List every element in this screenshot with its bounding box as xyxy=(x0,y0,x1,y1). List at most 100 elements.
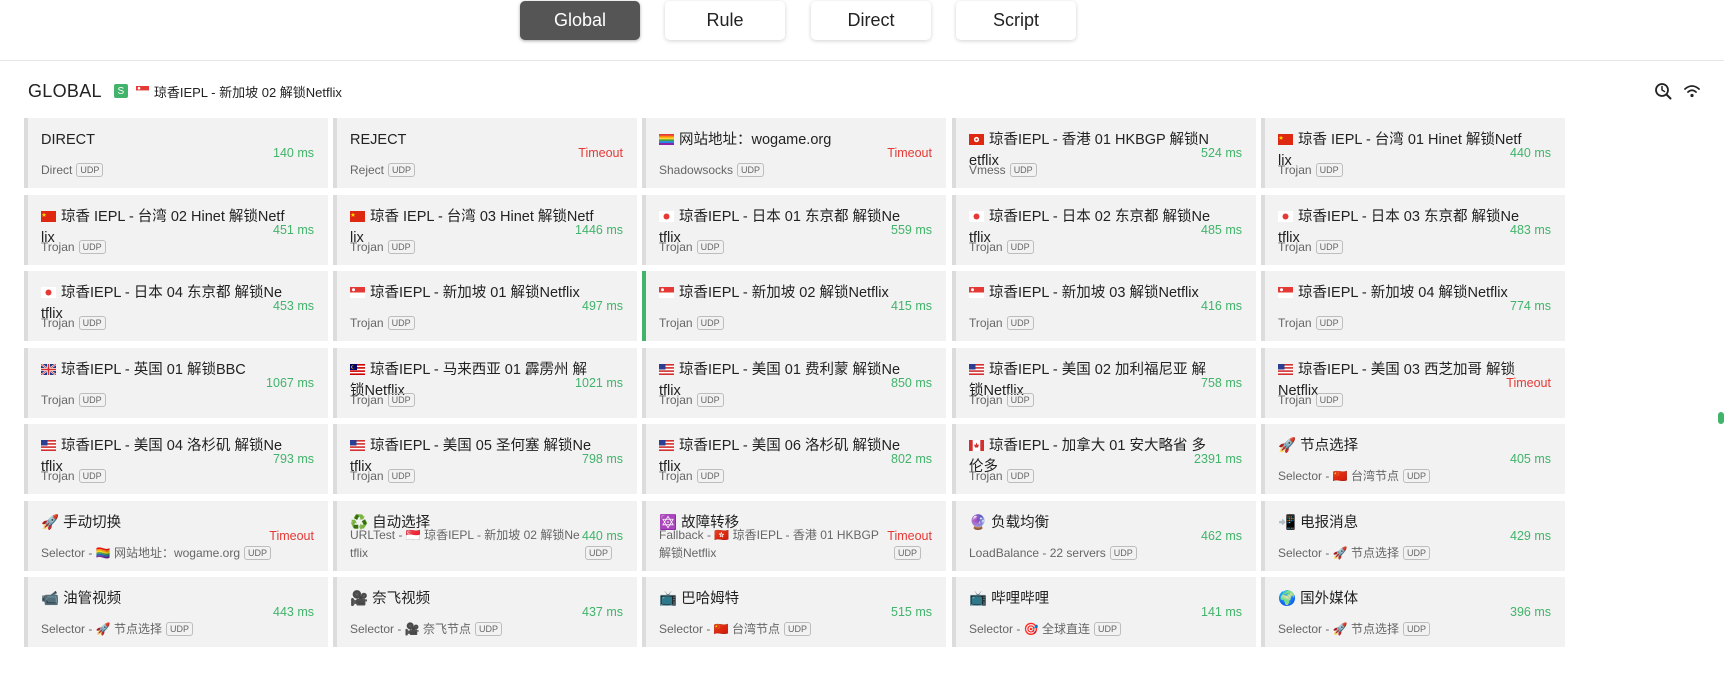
proxy-card[interactable]: 琼香IEPL - 日本 04 东京都 解锁Netflix Trojan UDP 453… xyxy=(24,271,328,341)
proxy-delay[interactable]: 451 ms xyxy=(254,195,314,265)
proxy-delay[interactable]: Timeout xyxy=(872,501,932,571)
proxy-card[interactable]: 琼香IEPL - 英国 01 解锁BBC Trojan UDP 1067 ms xyxy=(24,348,328,418)
proxy-card[interactable]: 琼香 IEPL - 台湾 01 Hinet 解锁Netflix Trojan UDP… xyxy=(1261,118,1565,188)
proxy-delay[interactable]: 483 ms xyxy=(1491,195,1551,265)
proxy-card[interactable]: 琼香IEPL - 新加坡 01 解锁Netflix Trojan UDP 497 ms xyxy=(333,271,637,341)
udp-badge: UDP xyxy=(696,316,724,330)
scroll-indicator[interactable] xyxy=(1718,412,1724,424)
proxy-delay[interactable]: Timeout xyxy=(872,118,932,188)
udp-badge: UDP xyxy=(474,622,502,636)
proxy-card[interactable]: 琼香IEPL - 新加坡 04 解锁Netflix Trojan UDP 774 ms xyxy=(1261,271,1565,341)
proxy-card[interactable]: 琼香 IEPL - 台湾 02 Hinet 解锁Netflix Trojan UDP… xyxy=(24,195,328,265)
proxy-delay[interactable]: 1067 ms xyxy=(254,348,314,418)
proxy-card[interactable]: 琼香IEPL - 新加坡 03 解锁Netflix Trojan UDP 416 ms xyxy=(952,271,1256,341)
proxy-card[interactable]: 网站地址：wogame.org Shadowsocks UDP Timeout xyxy=(642,118,946,188)
proxy-card[interactable]: 琼香IEPL - 美国 06 洛杉矶 解锁Netflix Trojan UDP 802… xyxy=(642,424,946,494)
udp-badge: UDP xyxy=(1006,469,1034,483)
proxy-delay[interactable]: 559 ms xyxy=(872,195,932,265)
proxy-card[interactable]: REJECT Reject UDP Timeout xyxy=(333,118,637,188)
proxy-name-text: 琼香IEPL - 新加坡 04 解锁Netflix xyxy=(1298,285,1508,301)
proxy-delay[interactable]: 453 ms xyxy=(254,271,314,341)
proxy-delay[interactable]: 758 ms xyxy=(1182,348,1242,418)
proxy-card[interactable]: 📲 电报消息 Selector - 🚀 节点选择 UDP 429 ms xyxy=(1261,501,1565,571)
proxy-card[interactable]: 琼香IEPL - 美国 05 圣何塞 解锁Netflix Trojan UDP 798… xyxy=(333,424,637,494)
proxy-delay[interactable]: 793 ms xyxy=(254,424,314,494)
proxy-card[interactable]: 📹 油管视频 Selector - 🚀 节点选择 UDP 443 ms xyxy=(24,577,328,647)
proxy-card[interactable]: 🔮 负载均衡 LoadBalance - 22 servers UDP 462 ms xyxy=(952,501,1256,571)
udp-badge: UDP xyxy=(1315,240,1343,254)
proxy-delay[interactable]: 443 ms xyxy=(254,577,314,647)
udp-badge: UDP xyxy=(1402,469,1430,483)
proxy-card[interactable]: 🚀 节点选择 Selector - 🇨🇳 台湾节点 UDP 405 ms xyxy=(1261,424,1565,494)
network-icon[interactable] xyxy=(1683,82,1701,100)
proxy-delay[interactable]: 1021 ms xyxy=(563,348,623,418)
proxy-name: 琼香IEPL - 新加坡 01 解锁Netflix xyxy=(350,283,595,304)
proxy-name-text: 🚀 节点选择 xyxy=(1278,438,1359,454)
proxy-card[interactable]: 琼香IEPL - 美国 02 加利福尼亚 解锁Netflix Trojan UDP 7… xyxy=(952,348,1256,418)
proxy-card[interactable]: 琼香IEPL - 加拿大 01 安大略省 多伦多 Trojan UDP 2391 ms xyxy=(952,424,1256,494)
us-flag-icon xyxy=(659,363,674,375)
proxy-name-text: 📺 巴哈姆特 xyxy=(659,591,740,607)
proxy-delay[interactable]: 774 ms xyxy=(1491,271,1551,341)
proxy-delay[interactable]: 437 ms xyxy=(563,577,623,647)
proxy-delay[interactable]: 850 ms xyxy=(872,348,932,418)
proxy-delay[interactable]: 497 ms xyxy=(563,271,623,341)
proxy-delay[interactable]: 1446 ms xyxy=(563,195,623,265)
proxy-delay[interactable]: 440 ms xyxy=(563,501,623,571)
proxy-name: 🚀 节点选择 xyxy=(1278,436,1523,457)
proxy-delay[interactable]: 429 ms xyxy=(1491,501,1551,571)
proxy-delay[interactable]: 415 ms xyxy=(872,271,932,341)
mode-script-button[interactable]: Script xyxy=(956,1,1076,40)
proxy-type-text: Trojan xyxy=(1278,393,1312,407)
jp-flag-icon xyxy=(1278,210,1293,222)
proxy-card[interactable]: 琼香IEPL - 美国 03 西芝加哥 解锁Netflix Trojan UDP Ti… xyxy=(1261,348,1565,418)
proxy-delay[interactable]: 802 ms xyxy=(872,424,932,494)
udp-badge: UDP xyxy=(1093,622,1121,636)
proxy-type-text: Trojan xyxy=(969,469,1003,483)
mode-global-button[interactable]: Global xyxy=(520,1,640,40)
proxy-card[interactable]: 琼香IEPL - 马来西亚 01 霹雳州 解锁Netflix Trojan UDP 1… xyxy=(333,348,637,418)
proxy-delay[interactable]: 524 ms xyxy=(1182,118,1242,188)
proxy-name: 🚀 手动切换 xyxy=(41,513,286,534)
ca-flag-icon xyxy=(969,439,984,451)
proxy-name-text: 🌍 国外媒体 xyxy=(1278,591,1359,607)
group-current-proxy: 琼香IEPL - 新加坡 02 解锁Netflix xyxy=(135,82,342,101)
proxy-card[interactable]: 琼香IEPL - 日本 02 东京都 解锁Netflix Trojan UDP 485… xyxy=(952,195,1256,265)
proxy-card[interactable]: 🎥 奈飞视频 Selector - 🎥 奈飞节点 UDP 437 ms xyxy=(333,577,637,647)
proxy-card[interactable]: 琼香IEPL - 香港 01 HKBGP 解锁Netflix Vmess UDP 52… xyxy=(952,118,1256,188)
proxy-card[interactable]: 🚀 手动切换 Selector - 🏳️‍🌈 网站地址：wogame.org UDP… xyxy=(24,501,328,571)
proxy-delay[interactable]: Timeout xyxy=(563,118,623,188)
udp-badge: UDP xyxy=(1006,316,1034,330)
proxy-delay[interactable]: 2391 ms xyxy=(1182,424,1242,494)
group-header[interactable]: GLOBAL S 琼香IEPL - 新加坡 02 解锁Netflix xyxy=(28,78,342,104)
proxy-delay[interactable]: Timeout xyxy=(254,501,314,571)
proxy-card[interactable]: 琼香IEPL - 新加坡 02 解锁Netflix Trojan UDP 415 ms xyxy=(642,271,946,341)
mode-direct-button[interactable]: Direct xyxy=(811,1,931,40)
proxy-delay[interactable]: 485 ms xyxy=(1182,195,1242,265)
proxy-name: 📺 哔哩哔哩 xyxy=(969,589,1214,610)
proxy-card[interactable]: 琼香IEPL - 日本 03 东京都 解锁Netflix Trojan UDP 483… xyxy=(1261,195,1565,265)
proxy-delay[interactable]: 405 ms xyxy=(1491,424,1551,494)
proxy-delay[interactable]: 141 ms xyxy=(1182,577,1242,647)
proxy-card[interactable]: 琼香IEPL - 美国 04 洛杉矶 解锁Netflix Trojan UDP 793… xyxy=(24,424,328,494)
proxy-card[interactable]: 📺 巴哈姆特 Selector - 🇨🇳 台湾节点 UDP 515 ms xyxy=(642,577,946,647)
proxy-card[interactable]: 🔯 故障转移 Fallback - 🇭🇰 琼香IEPL - 香港 01 HKBGP… xyxy=(642,501,946,571)
proxy-card[interactable]: 琼香IEPL - 美国 01 费利蒙 解锁Netflix Trojan UDP 850… xyxy=(642,348,946,418)
proxy-card[interactable]: 🌍 国外媒体 Selector - 🚀 节点选择 UDP 396 ms xyxy=(1261,577,1565,647)
proxy-card[interactable]: DIRECT Direct UDP 140 ms xyxy=(24,118,328,188)
proxy-delay[interactable]: 440 ms xyxy=(1491,118,1551,188)
proxy-card[interactable]: 📺 哔哩哔哩 Selector - 🎯 全球直连 UDP 141 ms xyxy=(952,577,1256,647)
mode-rule-button[interactable]: Rule xyxy=(665,1,785,40)
proxy-delay[interactable]: 798 ms xyxy=(563,424,623,494)
proxy-card[interactable]: 琼香IEPL - 日本 01 东京都 解锁Netflix Trojan UDP 559… xyxy=(642,195,946,265)
proxy-delay[interactable]: 140 ms xyxy=(254,118,314,188)
proxy-card[interactable]: 琼香 IEPL - 台湾 03 Hinet 解锁Netflix Trojan UDP… xyxy=(333,195,637,265)
proxy-delay[interactable]: 396 ms xyxy=(1491,577,1551,647)
proxy-delay[interactable]: 515 ms xyxy=(872,577,932,647)
proxy-delay[interactable]: 416 ms xyxy=(1182,271,1242,341)
check-delay-icon[interactable] xyxy=(1654,82,1672,100)
proxy-card[interactable]: ♻️ 自动选择 URLTest - 🇸🇬 琼香IEPL - 新加坡 02 解锁Ne… xyxy=(333,501,637,571)
proxy-type-text: Shadowsocks xyxy=(659,163,734,177)
proxy-delay[interactable]: 462 ms xyxy=(1182,501,1242,571)
proxy-delay[interactable]: Timeout xyxy=(1491,348,1551,418)
